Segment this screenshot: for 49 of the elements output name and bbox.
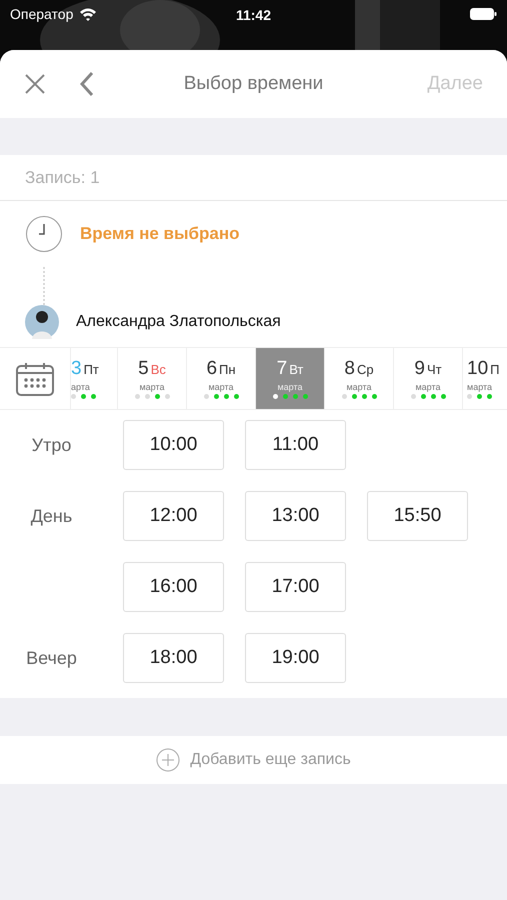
screen-title: Выбор времени (184, 73, 324, 95)
day-number: 9 (414, 358, 425, 380)
day-number: 10 (467, 358, 488, 380)
time-slot[interactable]: 17:00 (245, 562, 346, 612)
weekday: Вс (150, 362, 166, 377)
day-tab[interactable]: 3 Пт арта (71, 348, 118, 409)
time-slot[interactable]: 16:00 (123, 562, 224, 612)
time-slot[interactable]: 10:00 (123, 420, 224, 470)
period-label: Утро (30, 434, 72, 456)
dotted-connector (43, 267, 45, 305)
calendar-icon[interactable] (16, 362, 54, 396)
period-label: День (30, 506, 74, 526)
weekday: Вт (289, 362, 304, 377)
plus-icon (156, 748, 180, 772)
time-slot[interactable]: 12:00 (123, 491, 224, 541)
time-slot[interactable]: 15:50 (367, 491, 468, 541)
day-number: 3 (71, 358, 82, 380)
status-time: 11:42 (236, 7, 272, 23)
weekday: Чт (426, 362, 442, 377)
time-slot[interactable]: 19:00 (245, 633, 346, 683)
weekday: Ср (356, 362, 374, 377)
clock-icon (25, 215, 63, 253)
period-label: Вечер (25, 648, 78, 668)
record-label: Запись: 1 (25, 168, 100, 188)
weekday: П (490, 362, 500, 377)
month-label: марта (139, 382, 165, 392)
avatar-icon (25, 305, 59, 339)
weekday: Пн (219, 362, 236, 377)
weekday: Пт (84, 362, 99, 377)
month-label: марта (208, 382, 234, 392)
time-status: Время не выбрано (80, 224, 240, 244)
day-number: 7 (276, 358, 288, 380)
month-label: арта (71, 382, 90, 392)
back-icon[interactable] (80, 71, 94, 97)
month-label: марта (415, 382, 441, 392)
day-number: 6 (206, 358, 218, 380)
time-slot[interactable]: 11:00 (245, 420, 346, 470)
battery-icon (470, 8, 497, 20)
day-number: 5 (138, 358, 149, 380)
time-slot[interactable]: 13:00 (245, 491, 346, 541)
time-slot[interactable]: 18:00 (123, 633, 224, 683)
month-label: марта (346, 382, 372, 392)
close-icon[interactable] (24, 73, 46, 95)
month-label: марта (467, 382, 492, 392)
carrier-name: Оператор (10, 6, 74, 22)
wifi-icon (79, 7, 98, 21)
specialist-name: Александра Златопольская (76, 313, 281, 331)
month-label: марта (277, 382, 303, 392)
day-number: 8 (344, 358, 355, 380)
